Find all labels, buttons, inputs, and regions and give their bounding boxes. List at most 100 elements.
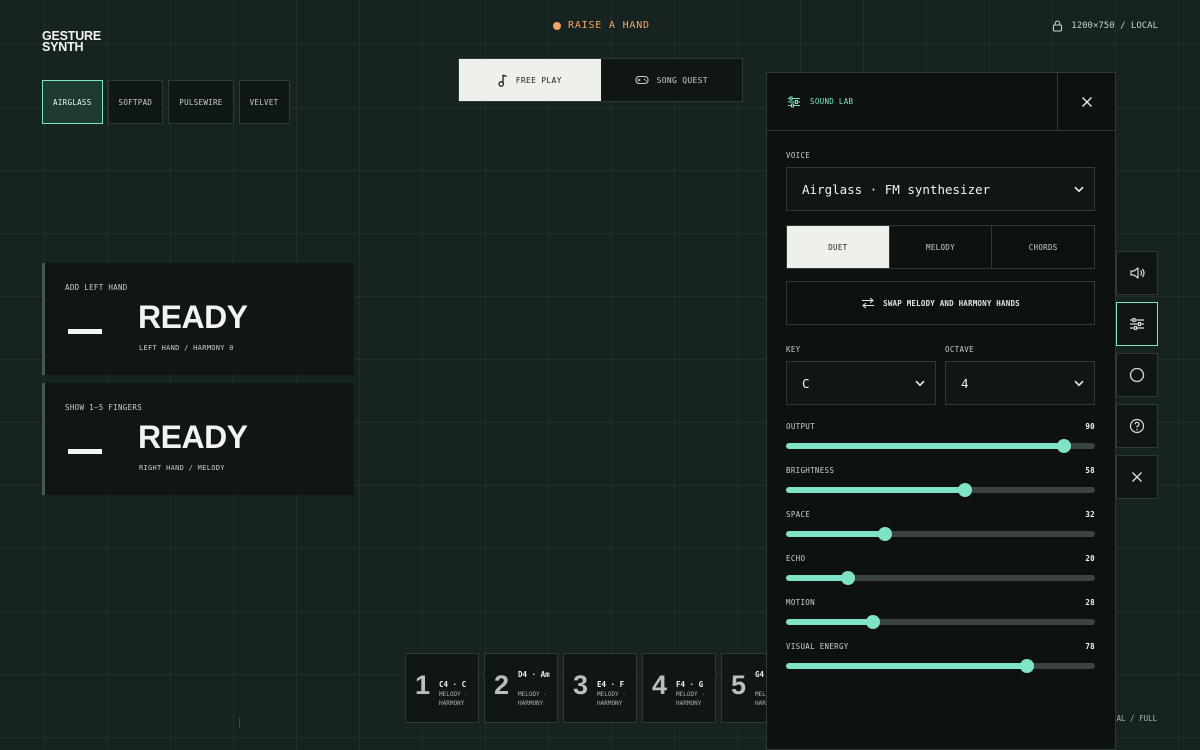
chord-card[interactable]: 1 C4 · C MELODY · HARMONY (405, 653, 479, 723)
slider-value: 58 (1085, 466, 1095, 475)
slider-handle[interactable] (1020, 659, 1035, 673)
help-icon (1129, 418, 1145, 434)
slider-echo: ECHO 20 (786, 554, 1095, 585)
slider-space: SPACE 32 (786, 510, 1095, 541)
lock-icon (1053, 20, 1063, 32)
chord-name: E4 · F (597, 680, 625, 689)
slider-value: 20 (1085, 554, 1095, 563)
voice-preset-bar: AIRGLASS SOFTPAD PULSEWIRE VELVET (42, 80, 290, 124)
key-select-value: C (802, 375, 810, 391)
panel-title-text: SOUND LAB (810, 97, 854, 106)
chord-name: C4 · C (439, 680, 467, 689)
status-dot-icon (553, 21, 561, 30)
chord-role: MELODY · HARMONY (676, 691, 705, 707)
slider-handle[interactable] (865, 615, 880, 629)
chevron-down-icon (915, 380, 925, 386)
slider-track[interactable] (786, 439, 1095, 453)
segment-chords[interactable]: CHORDS (991, 226, 1094, 268)
slider-label: SPACE (786, 510, 811, 519)
slider-value: 78 (1085, 642, 1095, 651)
slider-list: OUTPUT 90 BRIGHTNESS 58 SPACE 32 ECHO 20 MOT… (786, 422, 1095, 673)
tab-free-play[interactable]: FREE PLAY (459, 59, 601, 101)
divider-tick (239, 718, 240, 728)
chord-card[interactable]: 3 E4 · F MELODY · HARMONY (563, 653, 637, 723)
volume-button[interactable] (1116, 251, 1158, 295)
segment-duet[interactable]: DUET (787, 226, 889, 268)
slider-fill (786, 443, 1065, 449)
chord-card[interactable]: 2 D4 · Am MELODY · HARMONY (484, 653, 558, 723)
play-mode-segmented: DUET MELODY CHORDS (786, 225, 1095, 269)
close-panel-button[interactable] (1057, 73, 1115, 131)
left-hand-dash-icon (68, 329, 102, 334)
slider-fill (786, 663, 1028, 669)
slider-fill (786, 619, 873, 625)
voice-select[interactable]: Airglass · FM synthesizer (786, 167, 1095, 211)
tab-song-quest[interactable]: SONG QUEST (600, 59, 742, 101)
right-hand-dash-icon (68, 449, 102, 454)
panel-title: SOUND LAB (767, 96, 1057, 108)
speaker-icon (1130, 267, 1145, 279)
octave-group: OCTAVE 4 (945, 345, 1095, 405)
chevron-down-icon (1074, 186, 1084, 192)
circle-icon (1129, 367, 1145, 383)
music-note-icon (498, 73, 507, 87)
chord-number: 5 (731, 670, 747, 700)
close-icon (1081, 96, 1092, 107)
sliders-icon (788, 96, 800, 107)
resolution-text: 1200×750 / LOCAL (1071, 21, 1158, 31)
slider-track[interactable] (786, 615, 1095, 629)
chord-number: 2 (494, 670, 510, 700)
slider-handle[interactable] (958, 483, 973, 497)
slider-brightness: BRIGHTNESS 58 (786, 466, 1095, 497)
left-hand-hint: ADD LEFT HAND (65, 283, 128, 292)
chevron-down-icon (1074, 380, 1084, 386)
octave-select[interactable]: 4 (945, 361, 1095, 405)
slider-handle[interactable] (840, 571, 855, 585)
preset-softpad[interactable]: SOFTPAD (107, 80, 164, 124)
swap-hands-label: SWAP MELODY AND HARMONY HANDS (883, 298, 1020, 308)
slider-fill (786, 487, 966, 493)
hand-status: RAISE A HAND (553, 20, 650, 31)
help-button[interactable] (1116, 404, 1158, 448)
slider-track[interactable] (786, 483, 1095, 497)
hand-status-text: RAISE A HAND (568, 20, 650, 31)
slider-track[interactable] (786, 571, 1095, 585)
swap-arrows-icon (862, 297, 875, 309)
app-logo: GESTURE SYNTH (42, 30, 101, 54)
tab-free-play-label: FREE PLAY (515, 75, 562, 85)
slider-track[interactable] (786, 527, 1095, 541)
left-hand-card: ADD LEFT HAND READY LEFT HAND / HARMONY … (42, 263, 354, 375)
octave-select-value: 4 (961, 375, 969, 391)
slider-value: 90 (1085, 422, 1095, 431)
slider-fill (786, 531, 885, 537)
segment-melody[interactable]: MELODY (888, 226, 992, 268)
swap-hands-button[interactable]: SWAP MELODY AND HARMONY HANDS (786, 281, 1095, 325)
slider-label: BRIGHTNESS (786, 466, 835, 475)
chord-number: 4 (652, 670, 668, 700)
slider-handle[interactable] (877, 527, 892, 541)
key-label: KEY (786, 345, 801, 354)
key-select[interactable]: C (786, 361, 936, 405)
key-group: KEY C (786, 345, 936, 405)
sound-lab-panel: SOUND LAB VOICE Airglass · FM synthesize… (766, 72, 1116, 750)
slider-motion: MOTION 28 (786, 598, 1095, 629)
slider-handle[interactable] (1057, 439, 1072, 453)
tab-song-quest-label: SONG QUEST (656, 75, 708, 85)
voice-select-value: Airglass · FM synthesizer (802, 181, 991, 197)
slider-track[interactable] (786, 659, 1095, 673)
voice-label: VOICE (786, 151, 811, 160)
preset-pulsewire[interactable]: PULSEWIRE (168, 80, 234, 124)
resolution-indicator: 1200×750 / LOCAL (1052, 20, 1158, 32)
preset-velvet[interactable]: VELVET (238, 80, 290, 124)
preset-airglass[interactable]: AIRGLASS (42, 80, 103, 124)
sound-lab-button[interactable] (1116, 302, 1158, 346)
panel-header: SOUND LAB (767, 73, 1115, 131)
logo-line-2: SYNTH (42, 40, 84, 54)
chord-card[interactable]: 4 F4 · G MELODY · HARMONY (642, 653, 716, 723)
mode-tabs: FREE PLAY SONG QUEST (458, 58, 743, 102)
chord-role: MELODY · HARMONY (439, 691, 468, 707)
chord-role: MELODY · HARMONY (518, 691, 547, 707)
gamepad-icon (635, 75, 649, 85)
record-button[interactable] (1116, 353, 1158, 397)
exit-button[interactable] (1116, 455, 1158, 499)
